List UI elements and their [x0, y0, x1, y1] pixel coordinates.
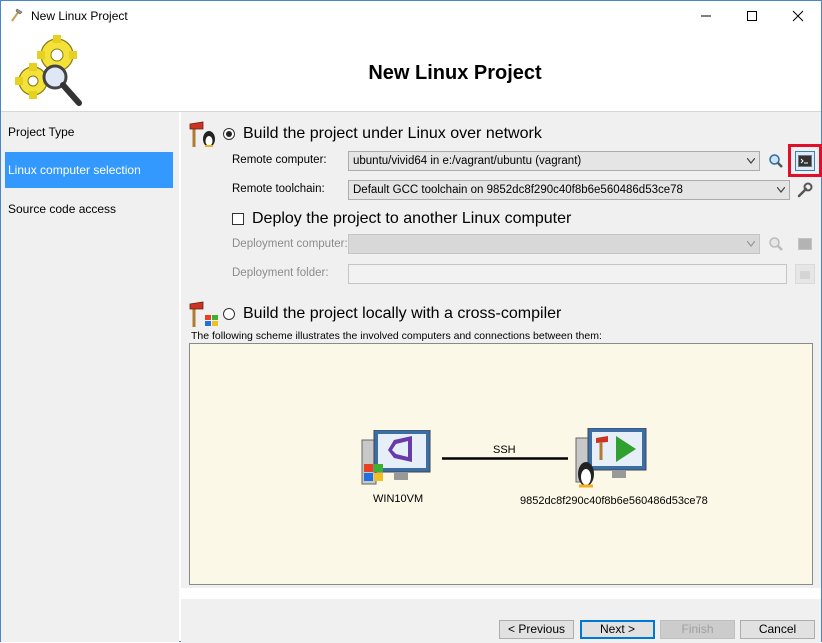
remote-toolchain-value: Default GCC toolchain on 9852dc8f290c40f…	[353, 184, 683, 196]
deploy-option[interactable]: Deploy the project to another Linux comp…	[232, 210, 571, 228]
maximize-button[interactable]	[729, 1, 775, 31]
search-deployment-button[interactable]	[766, 234, 786, 254]
remote-toolchain-select[interactable]: Default GCC toolchain on 9852dc8f290c40f…	[348, 180, 790, 200]
minimize-button[interactable]	[683, 1, 729, 31]
build-local-radio[interactable]	[223, 308, 235, 320]
deployment-computer-label: Deployment computer:	[232, 238, 348, 250]
search-remote-button[interactable]	[766, 151, 786, 171]
build-remote-option[interactable]: Build the project under Linux over netwo…	[223, 125, 542, 143]
windows-computer-icon	[361, 430, 431, 485]
dialog-window: New Linux Project New Linux Project Proj…	[0, 0, 822, 643]
terminal-icon	[798, 238, 812, 250]
radio-dot	[226, 131, 232, 137]
scheme-caption: The following scheme illustrates the inv…	[191, 330, 602, 342]
maximize-icon	[747, 11, 757, 21]
build-local-label: Build the project locally with a cross-c…	[243, 305, 562, 322]
build-local-option[interactable]: Build the project locally with a cross-c…	[223, 305, 561, 323]
terminal-icon	[798, 155, 812, 167]
close-button[interactable]	[775, 1, 821, 31]
scheme-diagram: WIN10VM SSH 9852dc8f290c40f8b6e560486d53…	[189, 343, 813, 585]
nav-item-linux-computer-selection[interactable]: Linux computer selection	[5, 152, 173, 188]
browse-folder-button[interactable]	[795, 264, 815, 284]
hammer-windows-icon	[189, 301, 218, 327]
build-remote-radio[interactable]	[223, 128, 235, 140]
remote-computer-id-label: 9852dc8f290c40f8b6e560486d53ce78	[520, 495, 708, 507]
remote-computer-select[interactable]: ubuntu/vivid64 in e:/vagrant/ubuntu (vag…	[348, 151, 760, 171]
page-heading: New Linux Project	[368, 62, 542, 84]
previous-button[interactable]: < Previous	[499, 620, 574, 639]
hammer-tux-icon	[189, 121, 215, 147]
hammer-icon	[11, 8, 23, 22]
local-computer-label: WIN10VM	[373, 493, 424, 505]
build-remote-label: Build the project under Linux over netwo…	[243, 125, 542, 142]
connection-line	[442, 457, 568, 460]
remote-computer-value: ubuntu/vivid64 in e:/vagrant/ubuntu (vag…	[353, 155, 582, 167]
wrench-icon	[797, 182, 813, 198]
folder-icon	[800, 271, 810, 279]
deployment-computer-select[interactable]	[348, 234, 760, 254]
remote-computer-label: Remote computer:	[232, 154, 327, 166]
wizard-nav: Project Type Linux computer selection So…	[1, 112, 179, 642]
chevron-down-icon	[747, 241, 755, 247]
window-title: New Linux Project	[31, 9, 128, 23]
cancel-button[interactable]: Cancel	[740, 620, 815, 639]
search-icon	[769, 154, 783, 168]
title-bar: New Linux Project	[1, 1, 821, 31]
deployment-folder-label: Deployment folder:	[232, 267, 329, 279]
deployment-folder-input[interactable]	[348, 264, 787, 284]
minimize-icon	[701, 15, 711, 17]
nav-item-source-code-access[interactable]: Source code access	[5, 191, 173, 227]
finish-button[interactable]: Finish	[660, 620, 735, 639]
edit-toolchain-button[interactable]	[795, 180, 815, 200]
connection-label: SSH	[493, 444, 516, 456]
chevron-down-icon	[777, 187, 785, 193]
bottom-separator	[181, 588, 821, 599]
search-icon	[769, 237, 783, 251]
deploy-checkbox[interactable]	[232, 213, 244, 225]
chevron-down-icon	[747, 158, 755, 164]
wizard-header: New Linux Project	[1, 31, 821, 112]
linux-computer-icon	[575, 428, 647, 488]
next-button[interactable]: Next >	[580, 620, 655, 639]
deployment-terminal-button[interactable]	[795, 234, 815, 254]
open-terminal-button[interactable]	[795, 151, 815, 171]
close-icon	[792, 10, 804, 22]
deploy-label: Deploy the project to another Linux comp…	[252, 210, 572, 227]
remote-toolchain-label: Remote toolchain:	[232, 183, 325, 195]
nav-item-project-type[interactable]: Project Type	[5, 114, 173, 150]
